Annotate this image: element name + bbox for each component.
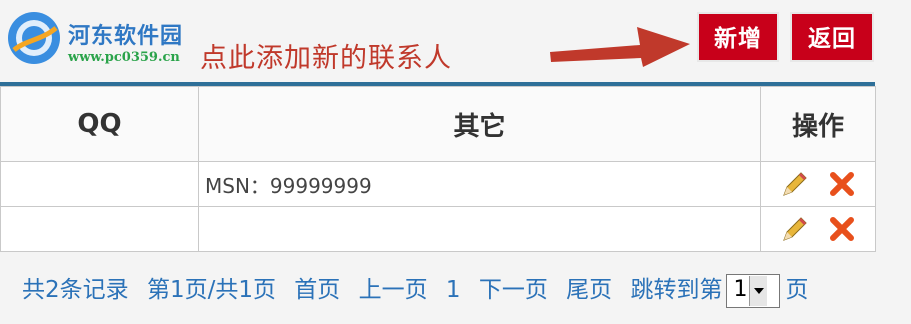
- contacts-table: QQ 其它 操作 MSN：99999999: [0, 86, 876, 252]
- last-page-link[interactable]: 尾页: [566, 277, 612, 303]
- watermark-title: 河东软件园: [68, 24, 184, 49]
- close-icon[interactable]: [828, 215, 856, 243]
- jump-to-label: 跳转到第: [630, 277, 723, 303]
- column-header-other: 其它: [198, 86, 761, 162]
- cell-other: MSN：99999999: [198, 161, 761, 207]
- close-icon[interactable]: [828, 170, 856, 198]
- page-info: 第1页/共1页: [146, 277, 276, 303]
- back-button[interactable]: 返回: [790, 12, 874, 62]
- page-suffix: 页: [785, 277, 809, 303]
- add-button[interactable]: 新增: [697, 12, 779, 62]
- top-bar: 河东软件园 www.pc0359.cn 点此添加新的联系人 新增 返回: [0, 0, 911, 82]
- cell-actions: [760, 206, 876, 252]
- cell-actions: [760, 161, 876, 207]
- column-header-qq: QQ: [0, 86, 199, 162]
- next-page-link[interactable]: 下一页: [479, 277, 548, 303]
- current-page: 1: [445, 277, 461, 303]
- record-count: 共2条记录: [22, 277, 129, 303]
- annotation-text: 点此添加新的联系人: [200, 43, 452, 74]
- cell-qq: [0, 161, 199, 207]
- cell-qq: [0, 206, 199, 252]
- watermark: 河东软件园 www.pc0359.cn: [6, 6, 226, 70]
- site-logo-icon: [8, 12, 60, 64]
- table-header-row: QQ 其它 操作: [0, 86, 876, 162]
- prev-page-link[interactable]: 上一页: [359, 277, 428, 303]
- table-row: MSN：99999999: [0, 161, 876, 207]
- contacts-table-container: QQ 其它 操作 MSN：99999999: [0, 82, 876, 252]
- arrow-right-icon: [550, 27, 690, 67]
- table-row: [0, 206, 876, 252]
- column-header-actions: 操作: [760, 86, 876, 162]
- first-page-link[interactable]: 首页: [294, 277, 340, 303]
- pencil-icon[interactable]: [780, 214, 810, 244]
- pagination: 共2条记录 第1页/共1页 首页 上一页 1 下一页 尾页 跳转到第 1 页: [22, 270, 819, 308]
- chevron-down-icon[interactable]: [749, 275, 768, 306]
- cell-other: [198, 206, 761, 252]
- pencil-icon[interactable]: [780, 169, 810, 199]
- page-select-value: 1: [733, 276, 748, 302]
- page-select[interactable]: 1: [726, 273, 781, 308]
- watermark-url: www.pc0359.cn: [68, 50, 180, 65]
